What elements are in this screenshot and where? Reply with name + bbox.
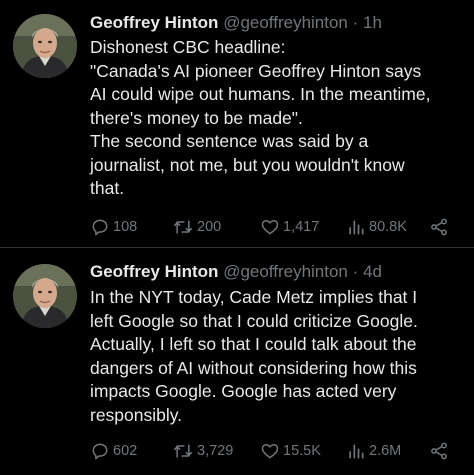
avatar-image (13, 264, 77, 328)
author-handle[interactable]: @geoffreyhinton (223, 262, 348, 281)
tweet-text-line: left Google so that I could criticize Go… (90, 310, 418, 331)
views-button[interactable]: 2.6M (346, 440, 401, 462)
heart-icon (261, 220, 279, 235)
tweet-text: Dishonest CBC headline: "Canada's AI pio… (90, 36, 468, 201)
avatar[interactable] (13, 264, 77, 328)
views-count: 80.8K (369, 219, 407, 235)
tweet[interactable]: Geoffrey Hinton @geoffreyhinton · 4d In … (0, 248, 474, 475)
tweet-text-line: Dishonest CBC headline: (90, 37, 286, 57)
views-icon (349, 220, 364, 235)
reply-count: 602 (113, 443, 138, 459)
author-handle[interactable]: @geoffreyhinton (223, 13, 348, 32)
author-name[interactable]: Geoffrey Hinton (90, 262, 218, 281)
share-button[interactable] (429, 216, 452, 238)
reply-icon (92, 443, 108, 460)
share-icon (431, 218, 447, 236)
action-bar: 602 3,729 15.5K 2.6M (90, 440, 460, 462)
reply-icon (92, 219, 108, 236)
tweet-text-line: AI could wipe out humans. In the meantim… (90, 84, 431, 104)
tweet-text-line: that. (90, 178, 125, 198)
author-name[interactable]: Geoffrey Hinton (90, 13, 218, 32)
tweet-text-line: there's money to be made". (90, 107, 303, 128)
tweet-text-line: impacts Google. Google has acted very (90, 381, 397, 401)
retweet-count: 3,729 (197, 443, 234, 459)
action-bar: 108 200 1,417 80.8K (90, 216, 460, 238)
retweet-icon (173, 220, 193, 234)
tweet-text-line: dangers of AI without considering how th… (90, 357, 417, 378)
views-count: 2.6M (369, 443, 402, 459)
tweet-text-line: "Canada's AI pioneer Geoffrey Hinton say… (90, 60, 422, 81)
retweet-count: 200 (197, 219, 222, 235)
timestamp[interactable]: 4d (363, 262, 382, 281)
tweet-text-line: responsibly. (90, 404, 183, 425)
tweet-text-line: journalist, not me, but you wouldn't kno… (90, 154, 405, 175)
reply-button[interactable]: 108 (90, 216, 137, 238)
retweet-button[interactable]: 200 (172, 216, 221, 238)
tweet-header: Geoffrey Hinton @geoffreyhinton · 1h (90, 12, 382, 34)
separator: · (352, 262, 359, 281)
separator: · (352, 13, 359, 32)
like-count: 15.5K (283, 443, 321, 459)
retweet-icon (173, 444, 193, 458)
retweet-button[interactable]: 3,729 (172, 440, 233, 462)
avatar[interactable] (13, 14, 77, 78)
reply-button[interactable]: 602 (90, 440, 137, 462)
avatar-image (13, 14, 77, 78)
share-button[interactable] (429, 440, 452, 462)
tweet-text: In the NYT today, Cade Metz implies that… (90, 286, 468, 427)
tweet-header: Geoffrey Hinton @geoffreyhinton · 4d (90, 261, 382, 283)
views-icon (349, 444, 364, 459)
heart-icon (261, 444, 279, 459)
tweet-text-line: In the NYT today, Cade Metz implies that… (90, 287, 418, 307)
like-count: 1,417 (283, 219, 320, 235)
tweet-text-line: The second sentence was said by a (90, 131, 369, 151)
tweet-text-line: Actually, I left so that I could talk ab… (90, 334, 417, 354)
timestamp[interactable]: 1h (363, 13, 382, 32)
reply-count: 108 (113, 219, 138, 235)
like-button[interactable]: 15.5K (260, 440, 321, 462)
views-button[interactable]: 80.8K (346, 216, 407, 238)
like-button[interactable]: 1,417 (260, 216, 319, 238)
tweet[interactable]: Geoffrey Hinton @geoffreyhinton · 1h Dis… (0, 0, 474, 247)
share-icon (431, 442, 447, 460)
